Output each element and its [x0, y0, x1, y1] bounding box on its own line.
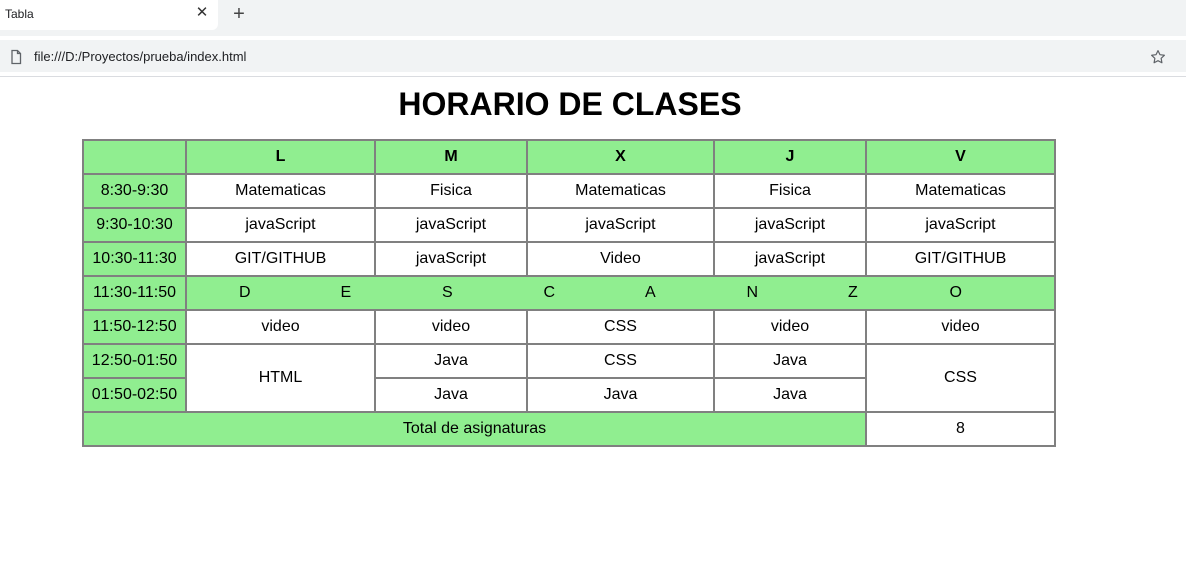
table-row: 9:30-10:30 javaScript javaScript javaScr… — [82, 207, 1056, 243]
day-header: M — [374, 139, 528, 175]
day-header: J — [713, 139, 867, 175]
subject-cell: CSS — [526, 309, 715, 345]
bookmark-star-icon[interactable] — [1149, 48, 1167, 66]
break-letter: O — [949, 284, 962, 301]
subject-cell: Fisica — [713, 173, 867, 209]
day-header: L — [185, 139, 376, 175]
page-content: HORARIO DE CLASES L M X J V 8:30-9:30 Ma… — [0, 77, 1186, 570]
subject-cell: GIT/GITHUB — [865, 241, 1056, 277]
break-letter: A — [645, 284, 656, 301]
browser-toolbar: file:///D:/Proyectos/prueba/index.html — [0, 36, 1186, 77]
subject-cell: Java — [713, 377, 867, 413]
subject-cell: Matematicas — [185, 173, 376, 209]
subject-cell: Java — [374, 377, 528, 413]
break-letter: C — [543, 284, 556, 301]
day-header: V — [865, 139, 1056, 175]
subject-cell: Java — [374, 343, 528, 379]
subject-cell: javaScript — [374, 241, 528, 277]
time-cell: 11:30-11:50 — [82, 275, 187, 311]
table-row: 12:50-01:50 HTML Java CSS Java CSS — [82, 343, 1056, 413]
subject-cell: video — [374, 309, 528, 345]
url-text[interactable]: file:///D:/Proyectos/prueba/index.html — [34, 49, 246, 64]
total-label: Total de asignaturas — [82, 411, 867, 447]
address-bar[interactable]: file:///D:/Proyectos/prueba/index.html — [0, 40, 1186, 72]
break-letter: E — [340, 284, 352, 301]
break-cell: D E S C A N Z O — [185, 275, 1056, 311]
schedule-table: L M X J V 8:30-9:30 Matematicas Fisica M… — [82, 139, 1056, 447]
table-row: 11:50-12:50 video video CSS video video — [82, 309, 1056, 345]
total-value: 8 — [865, 411, 1056, 447]
table-row: 10:30-11:30 GIT/GITHUB javaScript Video … — [82, 241, 1056, 277]
subject-cell: Fisica — [374, 173, 528, 209]
time-cell: 10:30-11:30 — [82, 241, 187, 277]
break-letter: Z — [848, 284, 858, 301]
tab-strip: Tabla ✕ + — [0, 0, 1186, 36]
page-icon — [11, 49, 22, 65]
page-title: HORARIO DE CLASES — [398, 86, 742, 122]
break-row: 11:30-11:50 D E S C A N Z O — [82, 275, 1056, 311]
break-letter: N — [746, 284, 759, 301]
subject-cell: javaScript — [374, 207, 528, 243]
subject-cell: Video — [526, 241, 715, 277]
subject-cell: javaScript — [713, 207, 867, 243]
footer-row: Total de asignaturas 8 — [82, 411, 1056, 447]
subject-cell: Matematicas — [865, 173, 1056, 209]
subject-cell: video — [865, 309, 1056, 345]
subject-cell: javaScript — [713, 241, 867, 277]
time-cell: 01:50-02:50 — [82, 377, 187, 413]
subject-cell: HTML — [185, 343, 376, 413]
table-row: 8:30-9:30 Matematicas Fisica Matematicas… — [82, 173, 1056, 209]
break-letter: S — [442, 284, 453, 301]
subject-cell: javaScript — [185, 207, 376, 243]
subject-cell: Java — [713, 343, 867, 379]
tab-title: Tabla — [5, 7, 34, 21]
time-cell: 12:50-01:50 — [82, 343, 187, 379]
subject-cell: Java — [526, 377, 715, 413]
browser-tab[interactable]: Tabla ✕ — [0, 0, 218, 30]
time-cell: 8:30-9:30 — [82, 173, 187, 209]
time-cell: 11:50-12:50 — [82, 309, 187, 345]
subject-cell: javaScript — [526, 207, 715, 243]
subject-cell: CSS — [865, 343, 1056, 413]
subject-cell: CSS — [526, 343, 715, 379]
subject-cell: GIT/GITHUB — [185, 241, 376, 277]
day-header: X — [526, 139, 715, 175]
subject-cell: Matematicas — [526, 173, 715, 209]
subject-cell: javaScript — [865, 207, 1056, 243]
new-tab-icon[interactable]: + — [230, 4, 248, 24]
close-icon[interactable]: ✕ — [194, 5, 210, 21]
subject-cell: video — [713, 309, 867, 345]
header-row: L M X J V — [82, 139, 1056, 175]
subject-cell: video — [185, 309, 376, 345]
corner-cell — [82, 139, 187, 175]
break-letter: D — [239, 284, 251, 301]
time-cell: 9:30-10:30 — [82, 207, 187, 243]
